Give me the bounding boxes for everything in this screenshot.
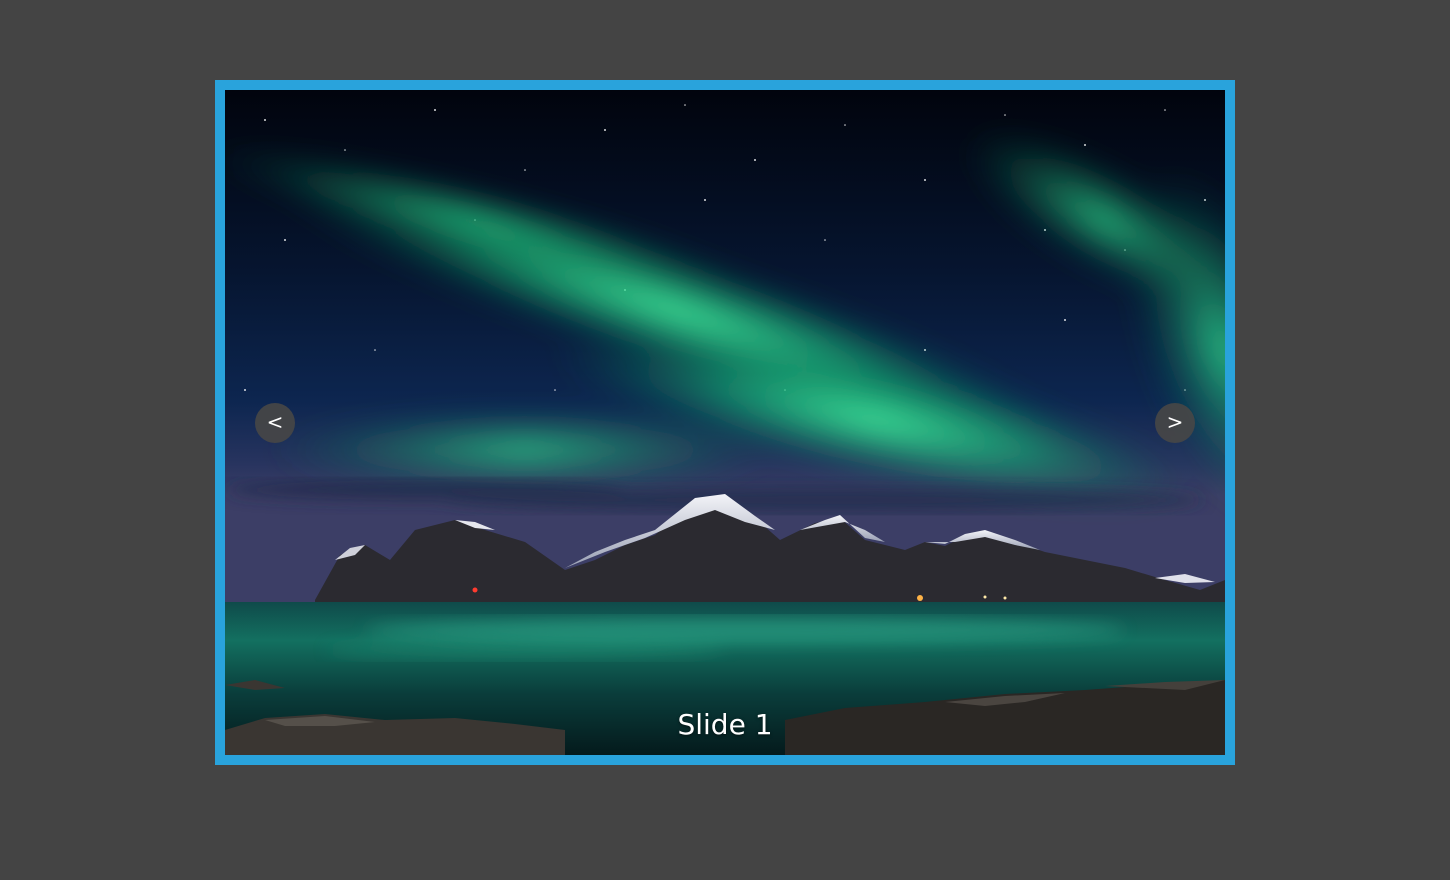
slide-caption: Slide 1 xyxy=(677,708,773,741)
prev-slide-button[interactable]: < xyxy=(255,403,295,443)
aurora-landscape-photo xyxy=(225,90,1225,755)
image-slider: < > Slide 1 xyxy=(215,80,1235,765)
slide-image xyxy=(225,90,1225,755)
next-slide-button[interactable]: > xyxy=(1155,403,1195,443)
